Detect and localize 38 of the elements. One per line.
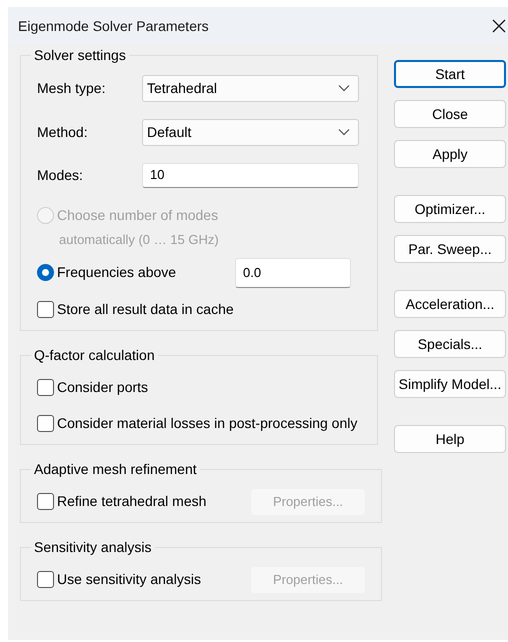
group-title: Sensitivity analysis: [33, 538, 152, 557]
radio-label: Choose number of modes: [57, 206, 220, 224]
close-icon[interactable]: [492, 19, 506, 33]
checkbox-label: Consider ports: [57, 378, 148, 397]
checkbox-label: Use sensitivity analysis: [57, 570, 202, 589]
dialog-button[interactable]: Par. Sweep...: [394, 235, 506, 263]
checkbox-label: Refine tetrahedral mesh: [57, 492, 208, 511]
checkbox[interactable]: [37, 571, 54, 588]
group-title: Q-factor calculation: [33, 346, 156, 365]
dialog-button[interactable]: Simplify Model...: [394, 370, 506, 398]
input-field[interactable]: 10: [142, 162, 359, 188]
dialog-button[interactable]: Apply: [394, 140, 506, 168]
radio-label: Frequencies above: [57, 263, 178, 282]
field-label: Mesh type:: [37, 78, 106, 98]
checkbox-label: Consider material losses in post-processing only: [57, 414, 358, 433]
dropdown[interactable]: Default: [142, 118, 359, 146]
group-title: Adaptive mesh refinement: [33, 460, 198, 479]
dialog-button[interactable]: Optimizer...: [394, 195, 506, 223]
checkbox[interactable]: [37, 493, 54, 510]
dialog-button[interactable]: Help: [394, 425, 506, 453]
dropdown[interactable]: Tetrahedral: [142, 74, 359, 102]
dialog-button[interactable]: Close: [394, 100, 506, 128]
chevron-down-icon: [338, 128, 350, 136]
checkbox[interactable]: [37, 379, 54, 396]
radio-note: automatically (0 … 15 GHz): [59, 231, 220, 249]
field-label: Method:: [37, 122, 89, 142]
checkbox[interactable]: [37, 415, 54, 432]
checkbox-label: Store all result data in cache: [57, 300, 234, 319]
chevron-down-icon: [338, 84, 350, 92]
dialog-button[interactable]: Acceleration...: [394, 290, 506, 318]
input-field[interactable]: 0.0: [235, 258, 351, 288]
field-label: Modes:: [37, 166, 84, 184]
dialog-button[interactable]: Specials...: [394, 330, 506, 358]
group-title: Solver settings: [33, 46, 127, 65]
window-title: Eigenmode Solver Parameters: [18, 16, 209, 36]
dialog-button[interactable]: Start: [394, 60, 506, 88]
checkbox[interactable]: [37, 301, 54, 318]
radio-button[interactable]: [37, 264, 54, 281]
